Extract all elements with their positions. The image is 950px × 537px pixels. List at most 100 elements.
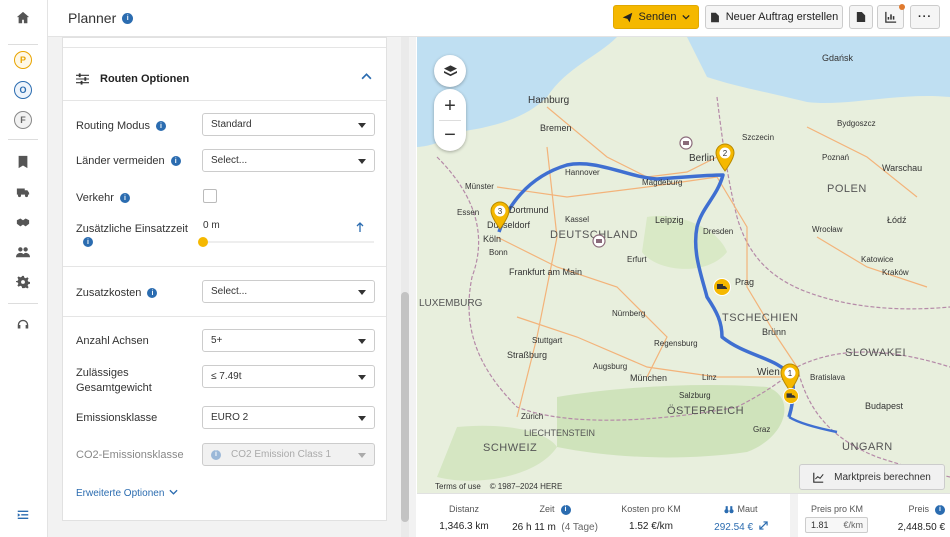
map-label: Prag xyxy=(735,277,755,287)
arrow-up-icon[interactable] xyxy=(356,222,364,232)
map-label: UNGARN xyxy=(842,441,893,453)
layers-button[interactable] xyxy=(434,55,466,87)
emission-class-select[interactable]: EURO 2 xyxy=(202,406,375,429)
info-icon[interactable]: i xyxy=(83,237,93,248)
avoid-countries-label: Länder vermeiden i xyxy=(76,155,181,167)
routing-mode-label: Routing Modus i xyxy=(76,120,166,132)
file-icon xyxy=(856,12,866,22)
extra-time-slider-handle[interactable] xyxy=(198,237,208,247)
users-icon[interactable] xyxy=(12,241,34,263)
analytics-button[interactable] xyxy=(877,4,905,29)
route-stop-marker-2[interactable]: 2 xyxy=(714,142,736,172)
bookmark-icon[interactable] xyxy=(12,151,34,173)
new-order-button[interactable]: Neuer Auftrag erstellen xyxy=(705,5,843,29)
caret-down-icon xyxy=(358,375,366,380)
caret-down-icon xyxy=(358,416,366,421)
map-label: TSCHECHIEN xyxy=(722,312,799,324)
map-label: Bratislava xyxy=(810,373,846,382)
map-copyright: Terms of use © 1987–2024 HERE xyxy=(435,482,563,491)
terms-link[interactable]: Terms of use xyxy=(435,482,481,491)
map-label: Bremen xyxy=(540,123,572,133)
info-icon[interactable]: i xyxy=(156,121,166,132)
advanced-options-link[interactable]: Erweiterte Optionen xyxy=(76,488,178,499)
handshake-icon[interactable] xyxy=(12,211,34,233)
map-label: Magdeburg xyxy=(642,178,683,187)
caret-down-icon xyxy=(358,159,366,164)
price-per-km-label: Preis pro KM xyxy=(810,504,863,514)
svg-text:3: 3 xyxy=(498,207,503,216)
panel-scrollbar[interactable] xyxy=(401,37,409,537)
map-label: Köln xyxy=(483,234,502,244)
info-icon[interactable]: i xyxy=(560,504,571,515)
zoom-out-button[interactable]: − xyxy=(444,121,456,149)
collapse-menu-icon[interactable] xyxy=(12,504,34,526)
map-label: Poznań xyxy=(822,153,850,162)
chart-icon xyxy=(884,11,896,23)
map-label: Hannover xyxy=(565,168,600,177)
headset-icon[interactable] xyxy=(12,314,34,336)
map-label: Hamburg xyxy=(528,95,570,106)
sliders-icon xyxy=(76,73,89,85)
planner-app: P O F Planner i Senden Neuer Auftrag erst… xyxy=(0,0,950,537)
routing-mode-select[interactable]: Standard xyxy=(202,113,375,136)
extra-time-slider-track[interactable] xyxy=(203,241,374,243)
map-canvas[interactable] xyxy=(417,37,950,493)
info-icon[interactable]: i xyxy=(122,12,134,24)
map-label: SCHWEIZ xyxy=(483,442,538,454)
extra-costs-label: Zusatzkosten i xyxy=(76,287,158,299)
price-stat: Preis i 2,448.50 € xyxy=(897,504,945,533)
extra-costs-select[interactable]: Select... xyxy=(202,280,375,303)
time-stat: Zeit i 26 h 11 m (4 Tage) xyxy=(512,504,598,533)
chart-icon xyxy=(813,472,824,483)
map-label: Kassel xyxy=(565,215,590,224)
market-price-button[interactable]: Marktpreis berechnen xyxy=(799,464,945,490)
info-icon[interactable]: i xyxy=(147,288,158,299)
zoom-in-button[interactable]: + xyxy=(444,92,456,120)
extra-time-label: Zusätzliche Einsatzzeit i xyxy=(76,223,188,248)
map-label: Wrocław xyxy=(812,225,843,234)
route-summary: Distanz 1,346.3 km Zeit i 26 h 11 m (4 Tage… xyxy=(417,493,950,537)
route-map[interactable]: Hamburg Bremen Berlin Hannover Magdeburg… xyxy=(417,37,950,493)
nav-divider xyxy=(8,44,38,45)
header-bar: Planner i Senden Neuer Auftrag erstellen … xyxy=(48,0,950,37)
nav-item-o[interactable]: O xyxy=(14,81,32,99)
route-options-header[interactable]: Routen Optionen xyxy=(63,58,386,101)
home-icon[interactable] xyxy=(12,7,34,29)
layers-icon xyxy=(443,65,457,77)
axles-select[interactable]: 5+ xyxy=(202,329,375,352)
paper-plane-icon xyxy=(622,12,632,22)
nav-item-f[interactable]: F xyxy=(14,111,32,129)
total-weight-select[interactable]: ≤ 7.49t xyxy=(202,365,375,388)
truck-icon[interactable] xyxy=(12,181,34,203)
avoid-countries-select[interactable]: Select... xyxy=(202,149,375,172)
expand-icon[interactable] xyxy=(759,521,768,530)
truck-position-icon[interactable] xyxy=(713,278,731,296)
nav-item-p[interactable]: P xyxy=(14,51,32,69)
more-options-button[interactable]: ··· xyxy=(910,5,940,29)
traffic-checkbox[interactable] xyxy=(203,189,217,203)
poi-marker-icon[interactable] xyxy=(679,136,693,150)
info-icon[interactable]: i xyxy=(170,156,181,167)
nav-divider xyxy=(8,303,38,304)
extra-time-value: 0 m xyxy=(203,220,220,231)
truck-position-icon[interactable] xyxy=(783,388,799,404)
toll-stat[interactable]: Maut 292.54 € xyxy=(710,504,772,533)
map-label: SLOWAKEI xyxy=(845,347,907,359)
info-icon[interactable]: i xyxy=(119,193,130,204)
co2-class-select: i CO2 Emission Class 1 xyxy=(202,443,375,466)
scrollbar-thumb[interactable] xyxy=(401,292,409,522)
traffic-label: Verkehr i xyxy=(76,192,130,204)
options-panel-container: Routen Optionen Routing Modus i Standard … xyxy=(48,37,416,537)
map-label: Straßburg xyxy=(507,350,548,360)
info-icon[interactable]: i xyxy=(935,504,945,515)
map-label: Kraków xyxy=(882,268,909,277)
export-document-button[interactable] xyxy=(849,5,873,29)
chevron-up-icon[interactable] xyxy=(361,72,372,80)
route-stop-marker-3[interactable]: 3 xyxy=(489,200,511,230)
map-label: Erfurt xyxy=(627,255,647,264)
map-label: ÖSTERREICH xyxy=(667,405,745,417)
price-per-km-input[interactable]: 1.81 €/km xyxy=(805,517,868,533)
gear-icon[interactable] xyxy=(12,271,34,293)
poi-marker-icon[interactable] xyxy=(592,234,606,248)
send-button[interactable]: Senden xyxy=(613,5,699,29)
